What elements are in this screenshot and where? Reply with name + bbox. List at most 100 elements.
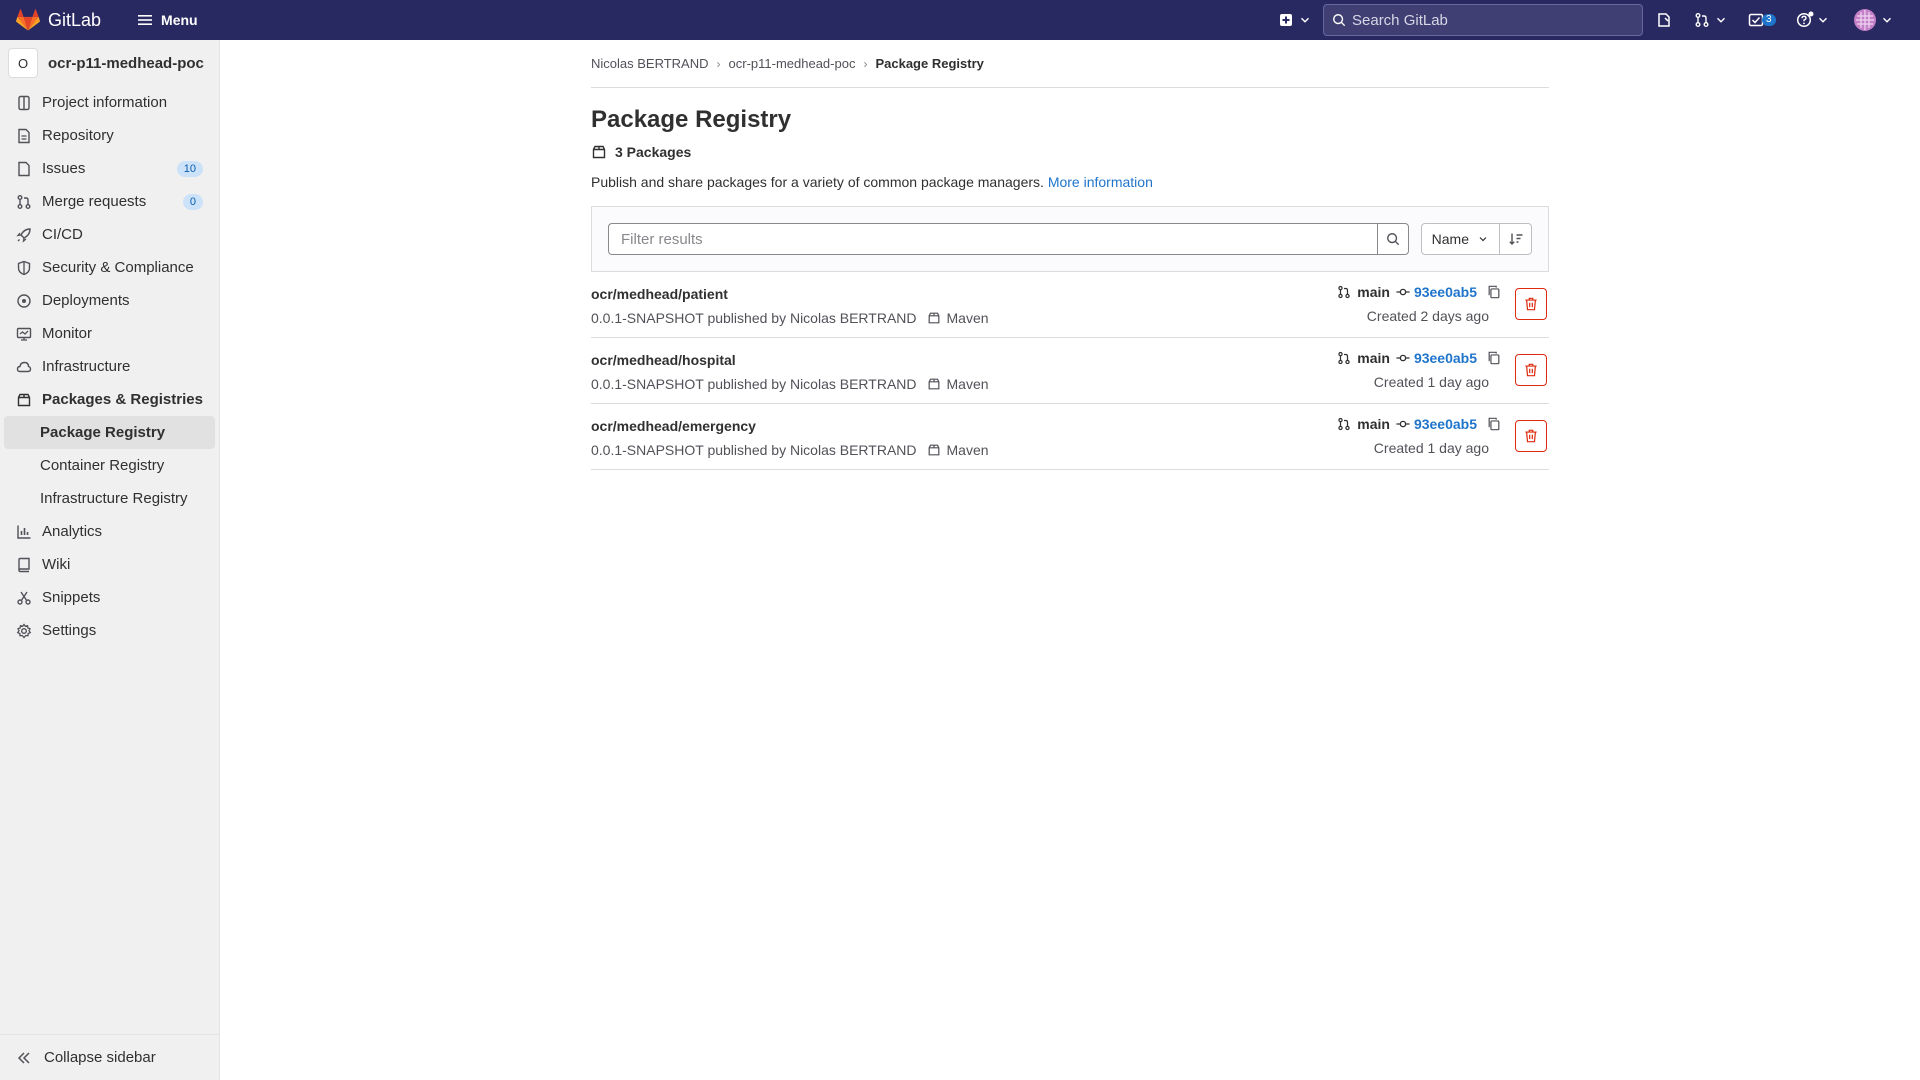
gitlab-logo-icon xyxy=(16,9,40,31)
avatar xyxy=(1853,9,1876,31)
chevron-down-icon xyxy=(1882,17,1891,23)
sidebar-item-label: Project information xyxy=(42,94,168,111)
menu-button[interactable]: Menu xyxy=(129,8,206,32)
issues-count-badge: 10 xyxy=(176,160,203,177)
sort-by-dropdown[interactable]: Name xyxy=(1420,223,1500,255)
project-avatar: O xyxy=(8,48,38,78)
chevron-down-icon xyxy=(1717,17,1725,23)
todo-count-badge: 3 xyxy=(1762,14,1776,26)
package-commit-link[interactable]: 93ee0ab5 xyxy=(1414,284,1477,300)
trash-icon xyxy=(1525,297,1537,311)
gitlab-brand-text: GitLab xyxy=(48,9,102,30)
package-type: Maven xyxy=(927,376,989,392)
sidebar-item-monitor[interactable]: Monitor xyxy=(0,317,219,350)
branch-icon xyxy=(1338,351,1350,365)
filter-search-group xyxy=(608,223,1409,255)
monitor-icon xyxy=(16,326,32,342)
project-name: ocr-p11-medhead-poc xyxy=(48,54,204,72)
sidebar-subitem-container-registry[interactable]: Container Registry xyxy=(0,449,219,482)
package-commit-link[interactable]: 93ee0ab5 xyxy=(1414,350,1477,366)
filter-search-button[interactable] xyxy=(1376,223,1409,255)
package-icon xyxy=(928,444,939,456)
breadcrumb-item-project[interactable]: ocr-p11-medhead-poc xyxy=(729,56,856,71)
delete-package-button[interactable] xyxy=(1515,420,1547,452)
package-count-label: 3 Packages xyxy=(615,144,692,160)
package-name-link[interactable]: ocr/medhead/hospital xyxy=(591,352,736,368)
sort-group: Name xyxy=(1420,223,1532,255)
sidebar-item-analytics[interactable]: Analytics xyxy=(0,515,219,548)
package-name-link[interactable]: ocr/medhead/emergency xyxy=(591,418,756,434)
delete-package-button[interactable] xyxy=(1515,354,1547,386)
sidebar-item-packages-registries[interactable]: Packages & Registries xyxy=(0,383,219,416)
copy-icon[interactable] xyxy=(1487,351,1501,365)
plus-square-icon xyxy=(1280,14,1292,26)
sidebar-item-cicd[interactable]: CI/CD xyxy=(0,218,219,251)
sidebar-item-label: Security & Compliance xyxy=(42,259,194,276)
package-icon xyxy=(16,392,32,408)
issues-shortcut[interactable] xyxy=(1646,0,1682,40)
package-created-time: Created 1 day ago xyxy=(1373,374,1489,390)
sidebar-item-label: Infrastructure xyxy=(42,358,131,375)
trash-icon xyxy=(1525,429,1537,443)
collapse-sidebar-button[interactable]: Collapse sidebar xyxy=(0,1034,219,1080)
cloud-icon xyxy=(16,359,32,375)
package-created-time: Created 1 day ago xyxy=(1373,440,1489,456)
commit-icon xyxy=(1396,354,1410,362)
sidebar-item-label: Analytics xyxy=(42,523,103,540)
sidebar-item-infrastructure[interactable]: Infrastructure xyxy=(0,350,219,383)
todos-link[interactable]: 3 xyxy=(1740,0,1784,40)
global-search-box[interactable] xyxy=(1323,4,1643,36)
filter-bar: Name xyxy=(591,206,1549,272)
hamburger-icon xyxy=(138,15,153,25)
package-commit-link[interactable]: 93ee0ab5 xyxy=(1414,416,1477,432)
package-icon xyxy=(928,378,939,390)
deployments-icon xyxy=(16,293,32,309)
snippet-icon xyxy=(16,590,32,606)
package-type: Maven xyxy=(927,310,989,326)
commit-icon xyxy=(1396,420,1410,428)
breadcrumb: Nicolas BERTRAND › ocr-p11-medhead-poc ›… xyxy=(591,40,1549,88)
package-created-time: Created 2 days ago xyxy=(1366,308,1489,324)
filter-results-input[interactable] xyxy=(608,223,1377,255)
double-chevron-left-icon xyxy=(17,1051,30,1064)
chevron-down-icon xyxy=(1479,237,1487,242)
package-icon xyxy=(928,312,939,324)
book-icon xyxy=(16,557,32,573)
copy-icon[interactable] xyxy=(1487,417,1501,431)
package-branch: main xyxy=(1357,284,1390,300)
user-menu-dropdown[interactable] xyxy=(1842,0,1906,40)
page-title: Package Registry xyxy=(591,106,792,133)
chevron-down-icon xyxy=(1301,17,1309,23)
sidebar-project-header[interactable]: O ocr-p11-medhead-poc xyxy=(0,40,219,86)
global-search-input[interactable] xyxy=(1352,11,1622,29)
sidebar-subitem-package-registry[interactable]: Package Registry xyxy=(4,416,215,449)
create-new-dropdown[interactable] xyxy=(1272,0,1318,40)
delete-package-button[interactable] xyxy=(1515,288,1547,320)
sidebar-item-label: Packages & Registries xyxy=(42,391,203,408)
sidebar-item-label: Repository xyxy=(42,127,114,144)
sidebar-item-merge-requests[interactable]: Merge requests 0 xyxy=(0,185,219,218)
sidebar-item-security-compliance[interactable]: Security & Compliance xyxy=(0,251,219,284)
copy-icon[interactable] xyxy=(1487,285,1501,299)
sidebar-subitem-infrastructure-registry[interactable]: Infrastructure Registry xyxy=(0,482,219,515)
sidebar-item-repository[interactable]: Repository xyxy=(0,119,219,152)
sidebar-item-project-information[interactable]: Project information xyxy=(0,86,219,119)
breadcrumb-item-current[interactable]: Package Registry xyxy=(875,56,983,71)
help-dropdown[interactable] xyxy=(1784,0,1842,40)
shield-icon xyxy=(16,260,32,276)
sidebar-item-snippets[interactable]: Snippets xyxy=(0,581,219,614)
sidebar-item-settings[interactable]: Settings xyxy=(0,614,219,647)
sidebar-item-deployments[interactable]: Deployments xyxy=(0,284,219,317)
gitlab-home-link[interactable]: GitLab xyxy=(16,0,101,40)
project-icon xyxy=(16,95,32,111)
sidebar-item-issues[interactable]: Issues 10 xyxy=(0,152,219,185)
chevron-down-icon xyxy=(1818,17,1827,23)
package-name-link[interactable]: ocr/medhead/patient xyxy=(591,286,728,302)
breadcrumb-item-user[interactable]: Nicolas BERTRAND xyxy=(591,56,709,71)
more-information-link[interactable]: More information xyxy=(1048,174,1153,190)
merge-requests-dropdown[interactable] xyxy=(1682,0,1740,40)
sidebar-item-wiki[interactable]: Wiki xyxy=(0,548,219,581)
sidebar-subitem-label: Infrastructure Registry xyxy=(40,490,188,507)
package-type-label: Maven xyxy=(946,310,989,326)
sort-direction-button[interactable] xyxy=(1500,223,1532,255)
